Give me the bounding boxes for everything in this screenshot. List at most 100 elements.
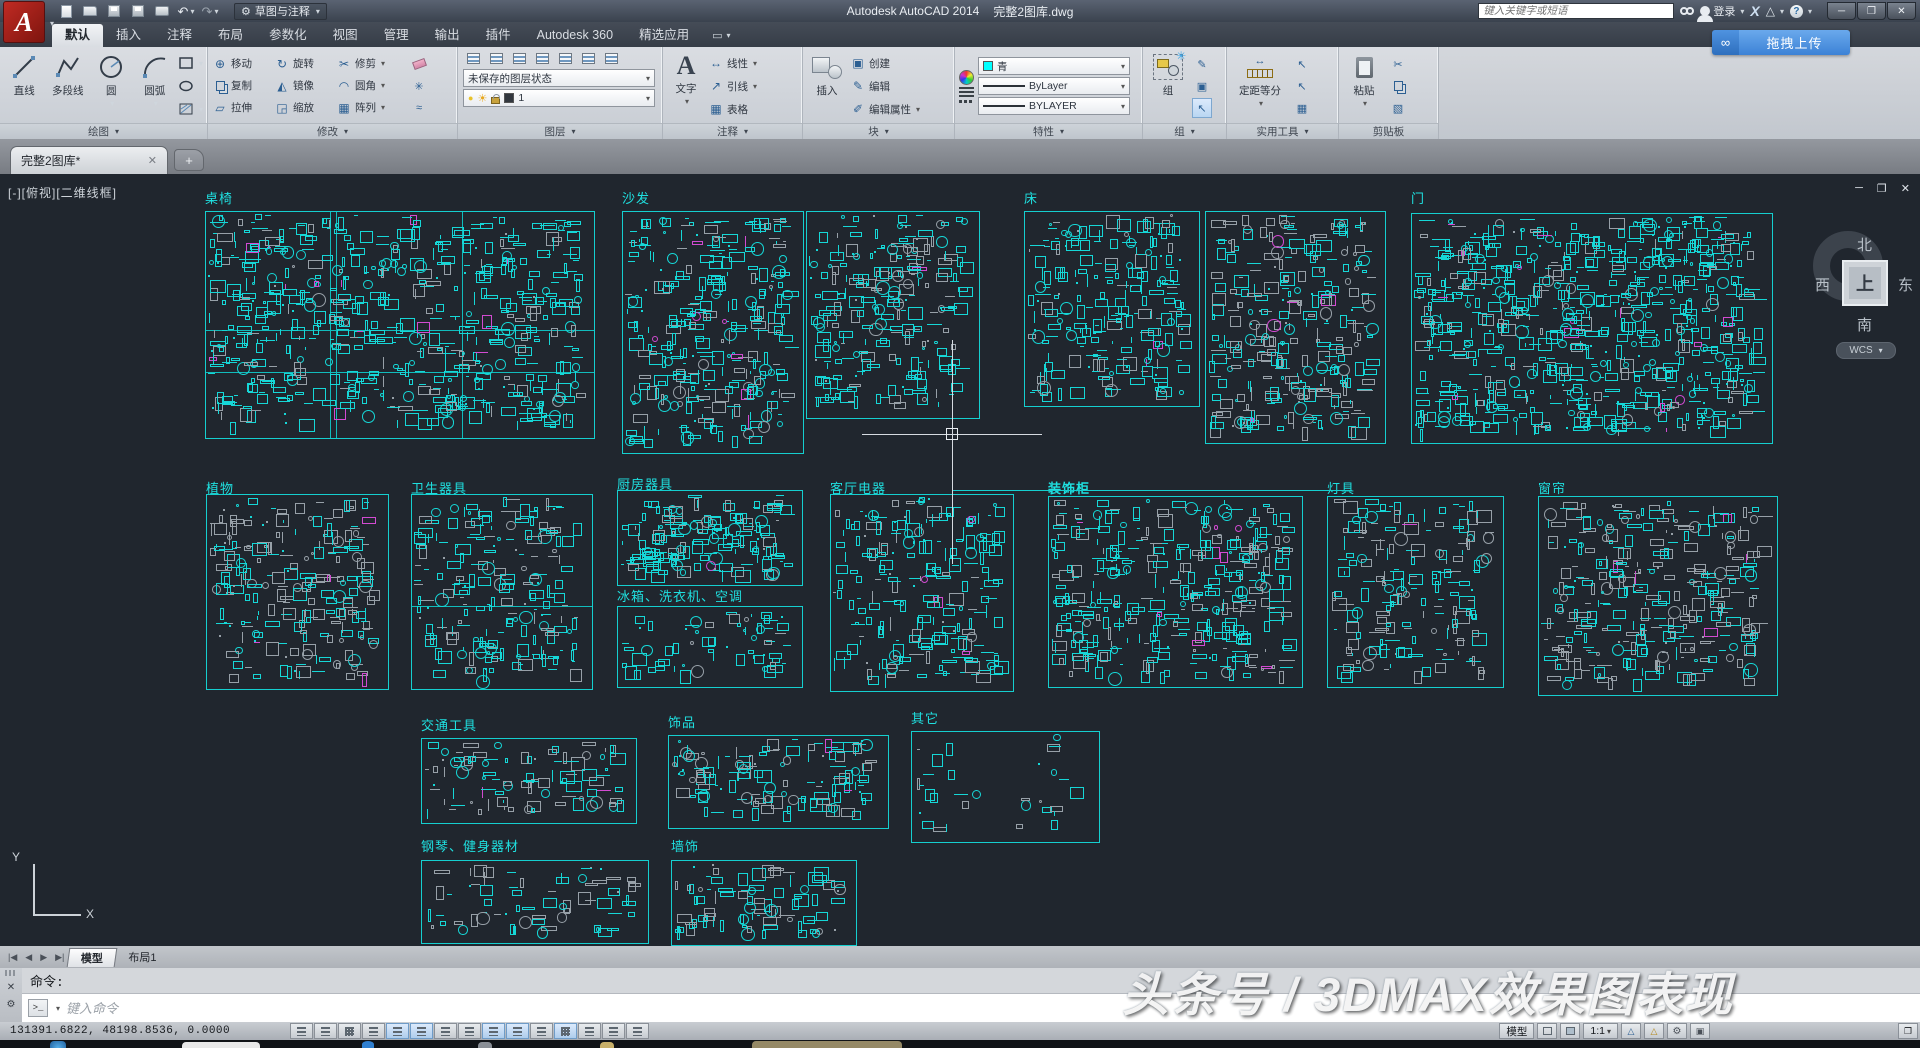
open-button[interactable] [80,3,100,19]
ribbon-minimize-button[interactable]: ▭ ▾ [712,24,730,47]
command-prompt-icon[interactable]: >_ [28,999,48,1017]
panel-label-block[interactable]: 块▾ [803,123,954,139]
group-button[interactable]: ✳ 组 [1147,50,1189,122]
layer-isolate-button[interactable] [509,49,529,67]
ortho-toggle[interactable] [362,1023,385,1039]
ribbon-tab-manage[interactable]: 管理 [371,24,422,47]
help-button[interactable]: ?▾ [1790,5,1812,18]
ribbon-tab-a360[interactable]: Autodesk 360 [524,24,626,47]
category-box-sofa-a[interactable] [622,211,804,454]
category-box-doors[interactable] [1411,213,1773,444]
redo-button[interactable]: ↷▾ [200,3,220,19]
search-input[interactable] [1478,3,1674,19]
quick-properties-toggle[interactable] [578,1023,601,1039]
match-properties-button[interactable]: ▧ [1388,98,1408,118]
clean-screen-button[interactable]: ❐ [1898,1023,1918,1039]
model-tab[interactable]: 模型 [67,948,118,967]
snap-toggle[interactable] [314,1023,337,1039]
category-box-ornaments[interactable] [668,735,889,829]
stretch-button[interactable]: ▱拉伸 [212,97,274,118]
scale-button[interactable]: ◲缩放 [274,97,336,118]
restore-button[interactable]: ❐ [1857,2,1886,20]
calculator-button[interactable]: ▦ [1292,98,1312,118]
polar-toggle[interactable] [386,1023,409,1039]
new-drawing-tab-button[interactable]: + [174,149,204,171]
offset-button[interactable]: ≈ [409,98,429,118]
lineweight-toggle[interactable] [530,1023,553,1039]
workspace-switch-button[interactable]: ⚙ [1667,1023,1687,1039]
rectangle-button[interactable]: ▾ [178,53,203,74]
viewport-controls-label[interactable]: [-][俯视][二维线框] [8,184,117,201]
category-box-livingroom-appliances[interactable] [830,494,1014,692]
category-box-tables-chairs[interactable] [205,211,595,439]
a360-button[interactable]: △▾ [1766,4,1784,18]
category-box-bed-b[interactable] [1205,211,1386,444]
viewcube-south[interactable]: 南 [1857,314,1872,335]
create-block-button[interactable]: ▣创建 [850,53,920,74]
taskbar-item[interactable] [752,1041,902,1048]
taskbar-item[interactable] [182,1042,260,1048]
category-box-wall-decor[interactable] [671,860,857,946]
category-box-curtains[interactable] [1538,496,1778,696]
quick-view-drawings-button[interactable] [1560,1023,1580,1039]
signin-button[interactable]: 登录 ▾ [1700,3,1744,19]
ribbon-tab-output[interactable]: 输出 [422,24,473,47]
ellipse-button[interactable]: ▾ [178,76,203,97]
drag-grip-icon[interactable] [5,970,17,976]
category-box-vehicles[interactable] [421,738,637,824]
linetype-dropdown[interactable]: BYLAYER ▾ [978,97,1130,115]
undo-button[interactable]: ↶▾ [176,3,196,19]
ribbon-tab-plugins[interactable]: 插件 [473,24,524,47]
layer-properties-button[interactable] [463,49,483,67]
dynamic-input-toggle[interactable] [506,1023,529,1039]
layer-off-button[interactable] [486,49,506,67]
linetype-icon[interactable] [959,100,974,103]
layer-match-button[interactable] [578,49,598,67]
panel-label-properties[interactable]: 特性▾ [955,123,1142,139]
category-box-sanitary[interactable] [411,494,593,690]
line-button[interactable]: 直线 [4,50,45,122]
lineweight-icon[interactable] [959,87,974,98]
transparency-toggle[interactable] [554,1023,577,1039]
hatch-button[interactable]: ▾ [178,99,203,120]
layer-state-dropdown[interactable]: 未保存的图层状态 ▾ [463,69,655,87]
layout1-tab[interactable]: 布局1 [116,948,168,967]
color-wheel-icon[interactable] [959,70,974,85]
ribbon-tab-insert[interactable]: 插入 [103,24,154,47]
category-box-kitchen[interactable] [617,490,803,586]
osnap-toggle[interactable] [410,1023,433,1039]
category-box-others[interactable] [911,731,1100,843]
measure-button[interactable]: ↔ 定距等分 ▾ [1231,50,1289,122]
copy-button[interactable]: 复制 [212,75,274,96]
copy-clip-button[interactable] [1388,76,1408,96]
last-layout-button[interactable]: ▶| [51,952,68,963]
save-button[interactable] [104,3,124,19]
autoscale-button[interactable]: △ [1644,1023,1664,1039]
panel-label-clipboard[interactable]: 剪贴板 [1339,123,1438,139]
table-button[interactable]: ▦表格 [708,99,757,120]
first-layout-button[interactable]: |◀ [4,952,21,963]
quick-view-layouts-button[interactable] [1537,1023,1557,1039]
file-tab-active[interactable]: 完整2图库* ✕ [10,146,168,174]
category-box-fridge-washer-ac[interactable] [617,606,803,688]
next-layout-button[interactable]: ▶ [36,952,51,963]
category-box-cabinets[interactable] [1048,496,1303,688]
text-button[interactable]: A 文字 ▾ [667,50,705,122]
drag-upload-button[interactable]: ∞ 拖拽上传 [1712,30,1850,55]
close-button[interactable]: ✕ [1887,2,1916,20]
drawing-canvas[interactable]: [-][俯视][二维线框] ─ ❐ ✕ 北 南 西 东 上 WCS▾ 桌椅 沙发… [0,174,1920,946]
paste-button[interactable]: 粘贴 ▾ [1343,50,1385,122]
panel-label-annotation[interactable]: 注释▾ [663,123,802,139]
arc-button[interactable]: 圆弧 ▾ [135,50,176,122]
grid-toggle[interactable] [338,1023,361,1039]
drawing-restore-icon[interactable]: ❐ [1877,182,1887,195]
category-box-plants[interactable] [206,494,389,690]
group-edit-button[interactable]: ▣ [1192,76,1212,96]
panel-label-utilities[interactable]: 实用工具▾ [1227,123,1338,139]
ungroup-button[interactable]: ✎ [1192,54,1212,74]
annotation-visibility-button[interactable]: △ [1621,1023,1641,1039]
search-icon[interactable] [1680,7,1694,15]
panel-label-modify[interactable]: 修改▾ [208,123,457,139]
quick-select-button[interactable]: ↖ [1292,54,1312,74]
rotate-button[interactable]: ↻旋转 [274,53,336,74]
